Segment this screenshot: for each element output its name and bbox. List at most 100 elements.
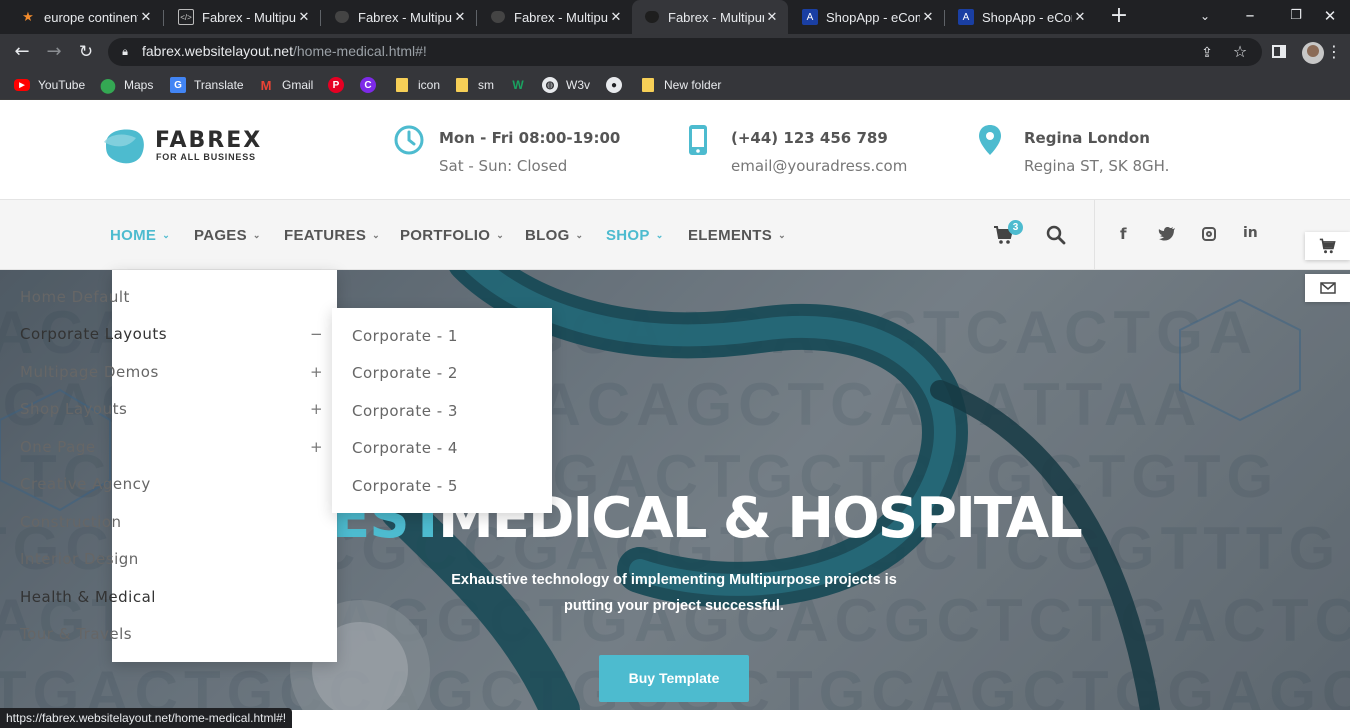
nav-elements[interactable]: ELEMENTS ⌄ <box>688 225 786 245</box>
bookmark-new-folder[interactable]: New folder <box>640 76 721 94</box>
menu-item-interior-design[interactable]: Interior Design <box>20 550 139 568</box>
share-icon[interactable]: ⇪ <box>1198 43 1216 63</box>
minimize-icon[interactable]: – <box>1240 6 1260 26</box>
profile-avatar[interactable] <box>1302 42 1324 64</box>
twitter-icon[interactable] <box>1158 224 1176 242</box>
menu-item-multipage-demos[interactable]: Multipage Demos <box>20 363 159 381</box>
submenu-item-corporate-2[interactable]: Corporate - 2 <box>352 364 458 382</box>
logo-name[interactable]: FABREX <box>155 128 262 153</box>
close-window-icon[interactable]: ✕ <box>1320 6 1340 26</box>
hero-subtitle-line2: putting your project successful. <box>564 598 784 614</box>
bookmark-translate[interactable]: G Translate <box>170 76 244 94</box>
chevron-down-icon: ⌄ <box>575 229 584 240</box>
submenu-item-corporate-4[interactable]: Corporate - 4 <box>352 439 458 457</box>
side-mail-button[interactable] <box>1305 274 1350 302</box>
github-icon: ● <box>606 77 622 93</box>
shopapp-favicon-icon: A <box>802 9 818 25</box>
tab-shopapp-1[interactable]: A ShopApp - eCom ✕ <box>790 0 944 34</box>
tab-title: Fabrex - Multipur <box>668 9 764 25</box>
nav-home[interactable]: HOME ⌄ <box>110 225 170 245</box>
search-icon[interactable] <box>1046 225 1066 245</box>
bookmark-youtube[interactable]: ▶ YouTube <box>14 76 85 94</box>
tab-close-icon[interactable]: ✕ <box>296 9 312 25</box>
submenu-item-corporate-1[interactable]: Corporate - 1 <box>352 327 458 345</box>
menu-item-creative-agency[interactable]: Creative Agency <box>20 475 151 493</box>
tab-title: ShopApp - eCom <box>982 9 1072 25</box>
tab-shopapp-2[interactable]: A ShopApp - eCom ✕ <box>946 0 1096 34</box>
fabrex-logo-icon[interactable] <box>102 126 148 166</box>
tab-close-icon[interactable]: ✕ <box>1072 9 1088 25</box>
bookmark-w3v[interactable]: ◍ W3v <box>542 76 590 94</box>
bookmark-label: Gmail <box>282 78 314 92</box>
facebook-icon[interactable]: f <box>1120 225 1127 243</box>
url-text[interactable]: fabrex.websitelayout.net/home-medical.ht… <box>142 43 427 59</box>
menu-item-home-default[interactable]: Home Default <box>20 288 130 306</box>
tab-title: Fabrex - Multipur <box>514 9 608 25</box>
tab-separator <box>163 10 164 26</box>
bookmark-canva[interactable]: C <box>360 76 384 94</box>
nav-label: BLOG <box>525 226 570 244</box>
folder-icon <box>640 77 656 93</box>
nav-features[interactable]: FEATURES ⌄ <box>284 225 380 245</box>
translate-icon: G <box>170 77 186 93</box>
menu-item-one-page[interactable]: One Page <box>20 438 96 456</box>
tab-fabrex-2[interactable]: Fabrex - Multipur ✕ <box>322 0 476 34</box>
nav-shop[interactable]: SHOP ⌄ <box>606 225 664 245</box>
reload-icon[interactable]: ↻ <box>76 42 96 62</box>
menu-item-construction[interactable]: Construction <box>20 513 122 531</box>
buy-template-button[interactable]: Buy Template <box>599 655 749 702</box>
tab-europe-continent[interactable]: ★ europe continent ✕ <box>8 0 162 34</box>
tab-fabrex-3[interactable]: Fabrex - Multipur ✕ <box>478 0 632 34</box>
bookmark-folder-sm[interactable]: sm <box>454 76 494 94</box>
tab-close-icon[interactable]: ✕ <box>920 9 936 25</box>
forward-arrow-icon[interactable]: → <box>44 42 64 62</box>
bookmark-label: Translate <box>194 78 244 92</box>
lock-icon[interactable]: 🔒︎ <box>118 42 132 62</box>
menu-item-corporate-layouts[interactable]: Corporate Layouts <box>20 325 167 343</box>
bookmark-label: W3v <box>566 78 590 92</box>
side-panel-icon[interactable] <box>1272 45 1286 58</box>
bookmark-github[interactable]: ● <box>606 76 630 94</box>
youtube-icon: ▶ <box>14 79 30 91</box>
tab-fabrex-active[interactable]: Fabrex - Multipur ✕ <box>632 0 788 34</box>
location-pin-icon <box>978 124 1002 156</box>
new-tab-plus-icon[interactable]: + <box>1108 5 1130 27</box>
bookmark-star-icon[interactable]: ☆ <box>1230 42 1250 62</box>
location-address: Regina ST, SK 8GH. <box>1024 157 1170 175</box>
menu-item-health-medical[interactable]: Health & Medical <box>20 588 156 606</box>
submenu-item-corporate-5[interactable]: Corporate - 5 <box>352 477 458 495</box>
submenu-item-corporate-3[interactable]: Corporate - 3 <box>352 402 458 420</box>
tab-close-icon[interactable]: ✕ <box>452 9 468 25</box>
menu-item-shop-layouts[interactable]: Shop Layouts <box>20 400 127 418</box>
phone-number[interactable]: (+44) 123 456 789 <box>731 129 888 147</box>
restore-icon[interactable]: ❐ <box>1286 6 1306 26</box>
tab-close-icon[interactable]: ✕ <box>764 9 780 25</box>
email-address[interactable]: email@youradress.com <box>731 157 907 175</box>
side-cart-button[interactable] <box>1305 232 1350 260</box>
hero-subtitle-line1: Exhaustive technology of implementing Mu… <box>451 572 897 588</box>
kebab-menu-icon[interactable]: ⋮ <box>1326 42 1342 62</box>
nav-blog[interactable]: BLOG ⌄ <box>525 225 583 245</box>
fabrex-favicon-icon <box>490 9 506 25</box>
tab-search-chevron-icon[interactable]: ⌄ <box>1196 6 1214 26</box>
tab-title: Fabrex - Multipur <box>202 9 296 25</box>
mail-icon <box>1319 282 1336 294</box>
back-arrow-icon[interactable]: ← <box>12 42 32 62</box>
bookmark-pinterest[interactable]: P <box>328 76 352 94</box>
bookmark-label: icon <box>418 78 441 92</box>
tab-fabrex-1[interactable]: </> Fabrex - Multipur ✕ <box>166 0 320 34</box>
nav-portfolio[interactable]: PORTFOLIO ⌄ <box>400 225 504 245</box>
bookmark-maps[interactable]: ⬤ Maps <box>100 76 153 94</box>
bookmark-gmail[interactable]: M Gmail <box>258 76 314 94</box>
bookmark-folder-icon[interactable]: icon <box>394 76 440 94</box>
linkedin-icon[interactable]: in <box>1243 225 1258 241</box>
bookmark-label: New folder <box>664 78 722 92</box>
bookmark-w[interactable]: W <box>510 76 534 94</box>
nav-pages[interactable]: PAGES ⌄ <box>194 225 261 245</box>
menu-item-tour-travels[interactable]: Tour & Travels <box>20 625 132 643</box>
tab-close-icon[interactable]: ✕ <box>138 9 154 25</box>
nav-label: ELEMENTS <box>688 226 773 244</box>
instagram-icon[interactable] <box>1202 227 1216 241</box>
tab-close-icon[interactable]: ✕ <box>608 9 624 25</box>
hours-weekdays: Mon - Fri 08:00-19:00 <box>439 129 621 147</box>
